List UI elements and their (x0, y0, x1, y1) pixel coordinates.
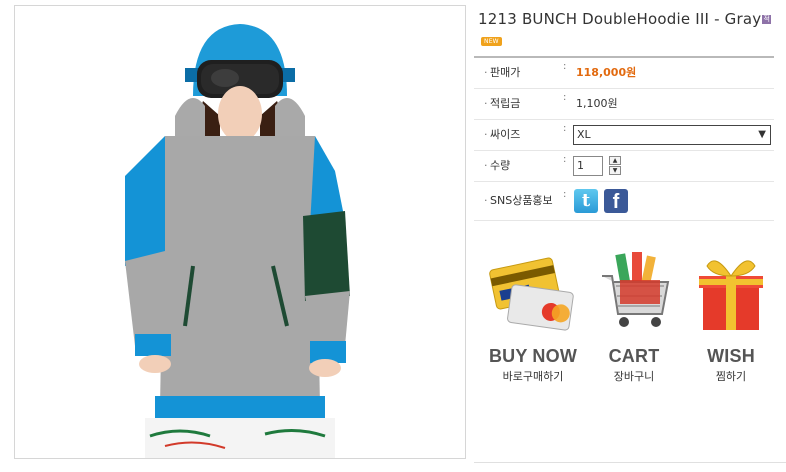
twitter-icon[interactable]: t (574, 189, 598, 213)
shopping-cart-icon (602, 252, 670, 327)
cart-sublabel: 장바구니 (613, 370, 655, 383)
price-label: 판매가 (490, 66, 521, 79)
colon: : (563, 189, 567, 200)
size-select[interactable]: XL ▼ (573, 125, 771, 145)
product-info-table: · 판매가 : 118,000원 · 적립금 : 1,100원 · 싸이즈 : … (474, 56, 774, 221)
colon: : (563, 61, 567, 72)
points-badge: 적 (762, 15, 772, 24)
price-row: · 판매가 : 118,000원 (474, 58, 774, 89)
colon: : (563, 92, 567, 103)
bullet: · (484, 66, 488, 79)
dropdown-arrow-icon[interactable]: ▼ (758, 126, 766, 144)
bullet: · (484, 159, 488, 172)
cart-label: CART (608, 346, 660, 366)
points-row: · 적립금 : 1,100원 (474, 89, 774, 120)
facebook-icon[interactable]: f (604, 189, 628, 213)
size-select-value: XL (577, 128, 591, 141)
wish-button[interactable]: WISH 찜하기 (681, 250, 781, 384)
bullet: · (484, 97, 488, 110)
buy-now-label: BUY NOW (488, 346, 578, 366)
bullet: · (484, 128, 488, 141)
points-value: 1,100원 (576, 97, 618, 110)
sns-label: SNS상품홍보 (490, 194, 553, 207)
buy-now-sublabel: 바로구매하기 (502, 370, 564, 383)
product-photo (14, 5, 466, 459)
gift-box-icon (699, 260, 763, 330)
size-row: · 싸이즈 : XL ▼ (474, 120, 774, 151)
size-label: 싸이즈 (490, 128, 521, 141)
quantity-down-icon[interactable]: ▼ (609, 166, 621, 175)
wish-label: WISH (707, 346, 755, 366)
bullet: · (484, 194, 488, 207)
quantity-label: 수량 (490, 159, 511, 172)
points-label: 적립금 (490, 97, 521, 110)
colon: : (563, 154, 567, 165)
cart-button[interactable]: CART 장바구니 (584, 250, 684, 384)
price-value: 118,000원 (576, 66, 637, 79)
sns-row: · SNS상품홍보 : t f (474, 182, 774, 221)
quantity-up-icon[interactable]: ▲ (609, 156, 621, 165)
new-badge: NEW (481, 37, 502, 46)
quantity-input[interactable]: 1 (573, 156, 603, 176)
quantity-row: · 수량 : 1 ▲ ▼ (474, 151, 774, 182)
credit-card-icon (489, 257, 574, 331)
product-title: 1213 BUNCH DoubleHoodie III - Gray 적 NEW (478, 8, 778, 52)
product-title-text: 1213 BUNCH DoubleHoodie III - Gray (478, 10, 762, 28)
wish-sublabel: 찜하기 (715, 370, 747, 383)
colon: : (563, 123, 567, 134)
buy-now-button[interactable]: BUY NOW 바로구매하기 (483, 250, 583, 384)
divider (474, 462, 786, 463)
